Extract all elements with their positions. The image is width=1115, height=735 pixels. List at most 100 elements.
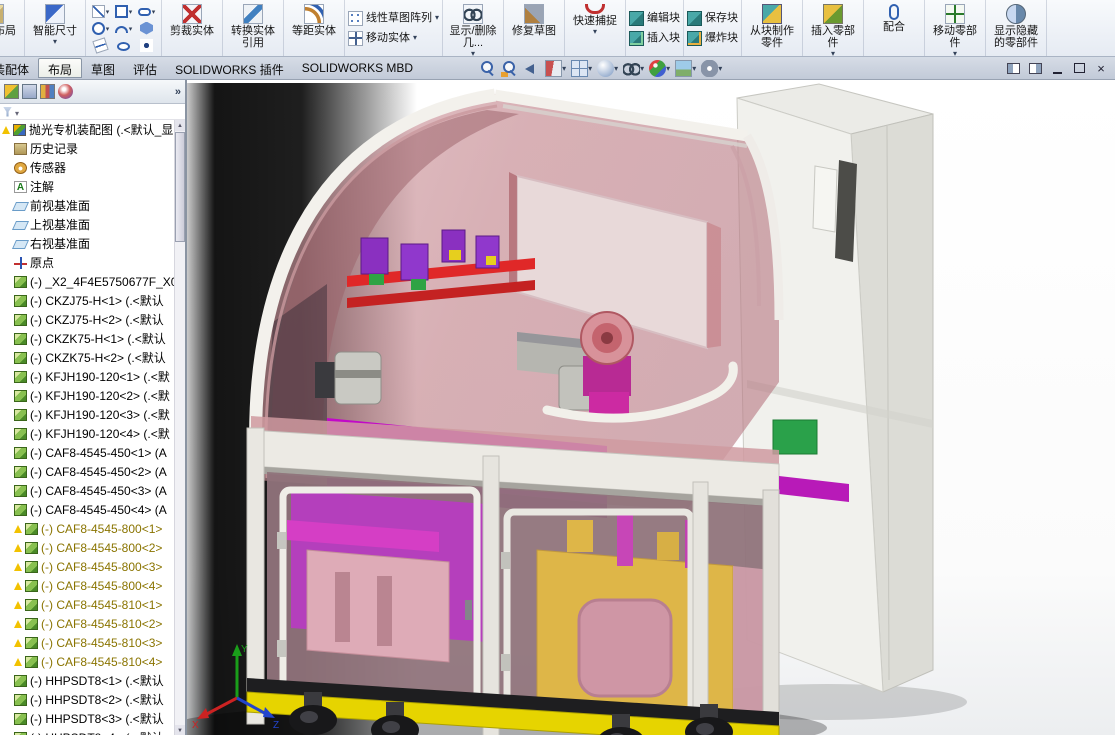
- dropdown-arrow-icon[interactable]: [471, 49, 475, 57]
- tree-item[interactable]: 注解: [0, 177, 174, 196]
- tree-item[interactable]: 上视基准面: [0, 215, 174, 234]
- dropdown-arrow-icon[interactable]: [152, 7, 156, 15]
- dropdown-arrow-icon[interactable]: [588, 64, 592, 72]
- trim-entities-button[interactable]: 剪裁实体: [165, 1, 219, 55]
- tree-item[interactable]: (-) CAF8-4545-450<3> (A: [0, 481, 174, 500]
- dropdown-arrow-icon[interactable]: [593, 27, 597, 35]
- move-entities-button[interactable]: 移动实体: [348, 31, 417, 46]
- show-hidden-components-button[interactable]: 显示隐藏的零部件: [989, 1, 1043, 55]
- tree-item[interactable]: (-) KFJH190-120<3> (.<默: [0, 405, 174, 424]
- spline-button[interactable]: [89, 39, 112, 52]
- tree-item[interactable]: (-) CAF8-4545-810<2>: [0, 614, 174, 633]
- tree-item[interactable]: (-) CAF8-4545-800<3>: [0, 557, 174, 576]
- polygon-button[interactable]: [135, 22, 158, 35]
- dropdown-arrow-icon[interactable]: [106, 7, 110, 15]
- tree-scrollbar[interactable]: [174, 120, 185, 735]
- tab-solidworks-addins[interactable]: SOLIDWORKS 插件: [166, 58, 293, 78]
- tree-item[interactable]: (-) CKZK75-H<2> (.<默认: [0, 348, 174, 367]
- tree-item[interactable]: (-) CKZJ75-H<1> (.<默认: [0, 291, 174, 310]
- quick-snaps-button[interactable]: 快速捕捉: [568, 1, 622, 55]
- tree-item[interactable]: (-) CAF8-4545-810<3>: [0, 633, 174, 652]
- slot-button[interactable]: [135, 6, 158, 16]
- save-block-button[interactable]: 保存块: [687, 11, 738, 26]
- tree-item[interactable]: (-) CAF8-4545-810<1>: [0, 595, 174, 614]
- tree-item[interactable]: 前视基准面: [0, 196, 174, 215]
- ellipse-button[interactable]: [112, 40, 135, 51]
- tree-item[interactable]: (-) CAF8-4545-450<2> (A: [0, 462, 174, 481]
- dropdown-arrow-icon[interactable]: [53, 37, 57, 45]
- create-layout-button[interactable]: 生成布局: [0, 1, 21, 55]
- featuremanager-tree-button[interactable]: [4, 84, 19, 99]
- dropdown-arrow-icon[interactable]: [666, 64, 670, 72]
- pane-toggle-right-button[interactable]: [1026, 60, 1044, 76]
- tree-item[interactable]: (-) CAF8-4545-800<4>: [0, 576, 174, 595]
- dropdown-arrow-icon[interactable]: [718, 64, 722, 72]
- section-view-button[interactable]: [544, 59, 567, 78]
- dropdown-arrow-icon[interactable]: [953, 49, 957, 57]
- displaymanager-button[interactable]: [58, 84, 73, 99]
- tree-item[interactable]: 右视基准面: [0, 234, 174, 253]
- point-button[interactable]: [135, 39, 158, 52]
- scroll-up-icon[interactable]: [175, 120, 185, 131]
- tree-item[interactable]: 原点: [0, 253, 174, 272]
- dropdown-arrow-icon[interactable]: [640, 64, 644, 72]
- minimize-button[interactable]: [1048, 60, 1066, 76]
- tree-item[interactable]: (-) HHPSDT8<3> (.<默认: [0, 709, 174, 728]
- tree-item[interactable]: (-) CAF8-4545-450<1> (A: [0, 443, 174, 462]
- tab-layout[interactable]: 布局: [38, 58, 82, 78]
- apply-scene-button[interactable]: [674, 59, 697, 78]
- offset-entities-button[interactable]: 等距实体: [287, 1, 341, 55]
- repair-sketch-button[interactable]: 修复草图: [507, 1, 561, 55]
- insert-component-button[interactable]: 插入零部件: [806, 1, 860, 55]
- pane-toggle-left-button[interactable]: [1004, 60, 1022, 76]
- dropdown-arrow-icon[interactable]: [692, 64, 696, 72]
- tab-solidworks-mbd[interactable]: SOLIDWORKS MBD: [293, 58, 422, 78]
- display-delete-relations-button[interactable]: 显示/删除几...: [446, 1, 500, 55]
- insert-block-button[interactable]: 插入块: [629, 31, 680, 46]
- scrollbar-thumb[interactable]: [175, 132, 185, 242]
- close-button[interactable]: [1092, 60, 1110, 76]
- tree-item[interactable]: (-) CAF8-4545-800<2>: [0, 538, 174, 557]
- tree-item[interactable]: 历史记录: [0, 139, 174, 158]
- rectangle-button[interactable]: [112, 5, 135, 18]
- panel-expand-chevron[interactable]: »: [175, 86, 181, 98]
- edit-appearance-button[interactable]: [648, 59, 671, 78]
- filter-dropdown-icon[interactable]: [15, 103, 19, 121]
- dropdown-arrow-icon[interactable]: [413, 34, 417, 42]
- tree-item[interactable]: (-) HHPSDT8<1> (.<默认: [0, 671, 174, 690]
- linear-sketch-pattern-button[interactable]: 线性草图阵列: [348, 11, 439, 26]
- tree-item[interactable]: (-) HHPSDT8<2> (.<默认: [0, 690, 174, 709]
- view-settings-button[interactable]: [700, 59, 723, 78]
- zoom-area-button[interactable]: [500, 59, 519, 78]
- tree-item[interactable]: (-) CAF8-4545-800<1>: [0, 519, 174, 538]
- display-style-button[interactable]: [596, 59, 619, 78]
- tab-evaluate[interactable]: 评估: [124, 58, 166, 78]
- edit-block-button[interactable]: 编辑块: [629, 11, 680, 26]
- hide-show-items-button[interactable]: [622, 59, 645, 78]
- tree-item[interactable]: (-) CKZK75-H<1> (.<默认: [0, 329, 174, 348]
- explode-block-button[interactable]: 爆炸块: [687, 31, 738, 46]
- propertymanager-button[interactable]: [22, 84, 37, 99]
- convert-entities-button[interactable]: 转换实体引用: [226, 1, 280, 55]
- view-orientation-button[interactable]: [570, 59, 593, 78]
- tree-filter-row[interactable]: [0, 104, 185, 120]
- make-part-from-block-button[interactable]: 从块制作零件: [745, 1, 799, 55]
- dropdown-arrow-icon[interactable]: [614, 64, 618, 72]
- dropdown-arrow-icon[interactable]: [106, 24, 110, 32]
- dropdown-arrow-icon[interactable]: [129, 24, 133, 32]
- arc-button[interactable]: [112, 23, 135, 33]
- tab-assembly[interactable]: 装配体: [0, 58, 38, 78]
- dropdown-arrow-icon[interactable]: [129, 7, 133, 15]
- configurationmanager-button[interactable]: [40, 84, 55, 99]
- circle-button[interactable]: [89, 22, 112, 35]
- tree-item[interactable]: (-) CKZJ75-H<2> (.<默认: [0, 310, 174, 329]
- tree-item[interactable]: (-) _X2_4F4E5750677F_X0: [0, 272, 174, 291]
- move-component-button[interactable]: 移动零部件: [928, 1, 982, 55]
- smart-dimension-button[interactable]: 智能尺寸: [28, 1, 82, 55]
- tree-item[interactable]: 传感器: [0, 158, 174, 177]
- line-button[interactable]: [89, 5, 112, 18]
- dropdown-arrow-icon[interactable]: [831, 49, 835, 57]
- tree-item[interactable]: (-) CAF8-4545-450<4> (A: [0, 500, 174, 519]
- tree-item[interactable]: (-) HHPSDT8<4> (.<默认: [0, 728, 174, 735]
- previous-view-button[interactable]: [522, 59, 541, 78]
